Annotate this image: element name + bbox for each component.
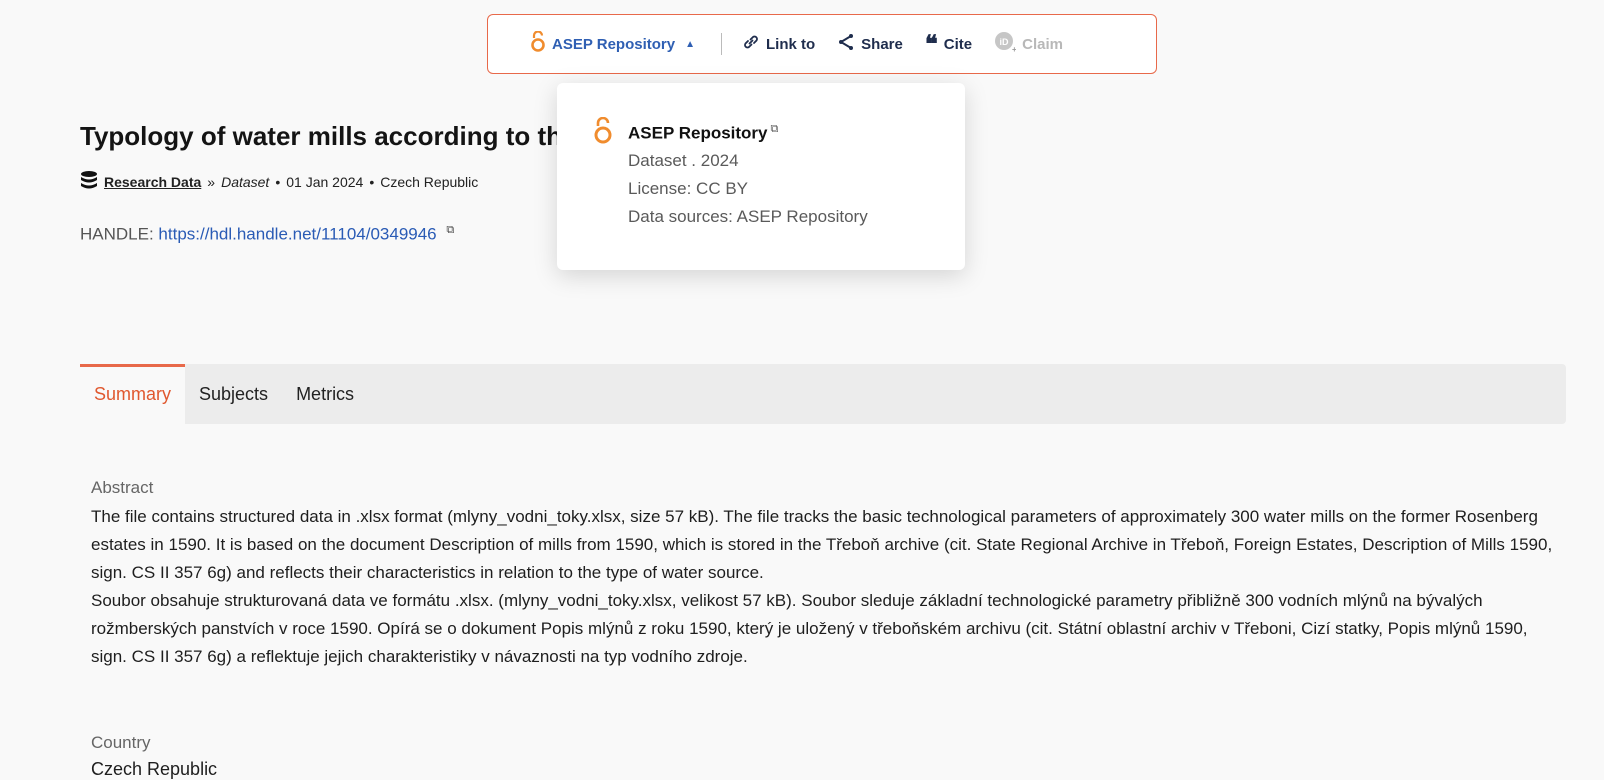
breadcrumb-separator: » [207,173,216,190]
database-icon [80,170,98,193]
orcid-icon: iD + [994,31,1017,57]
link-to-label: Link to [766,35,816,53]
open-access-icon [593,116,613,150]
record-meta: Research Data » Dataset • 01 Jan 2024 • … [80,170,478,193]
claim-button[interactable]: iD + Claim [994,31,1063,57]
dot-separator: • [369,173,375,190]
share-label: Share [861,35,903,53]
handle-link[interactable]: https://hdl.handle.net/11104/0349946 [158,225,436,244]
handle-row: HANDLE: https://hdl.handle.net/11104/034… [80,224,454,245]
action-bar: ASEP Repository ▲ Link to Share ❝ Cite i… [487,14,1157,74]
abstract-czech: Soubor obsahuje strukturovaná data ve fo… [91,591,1528,666]
abstract-english: The file contains structured data in .xl… [91,507,1553,582]
external-link-icon: ⧉ [446,224,455,236]
record-country: Czech Republic [380,173,479,190]
popover-type-year: Dataset . 2024 [628,151,739,170]
country-label: Country [91,733,151,752]
svg-text:+: + [1012,45,1016,53]
share-button[interactable]: Share [837,33,903,55]
caret-up-icon: ▲ [685,38,695,50]
repository-dropdown-button[interactable]: ASEP Repository ▲ [530,30,695,57]
dot-separator: • [275,173,281,190]
separator [721,33,722,55]
research-data-link[interactable]: Research Data [104,174,201,190]
popover-license: License: CC BY [628,179,748,198]
handle-label: HANDLE: [80,224,154,244]
tab-metrics[interactable]: Metrics [282,364,368,424]
abstract-text: The file contains structured data in .xl… [91,503,1566,671]
share-icon [837,33,855,55]
cite-button[interactable]: ❝ Cite [924,29,973,58]
repository-popover: ASEP Repository ⧉ Dataset . 2024 License:… [557,83,965,270]
country-value: Czech Republic [91,759,218,779]
tab-summary[interactable]: Summary [80,364,186,424]
link-icon [742,33,760,55]
repository-label: ASEP Repository [552,35,676,53]
popover-sources: Data sources: ASEP Repository [628,207,868,226]
record-date: 01 Jan 2024 [286,173,364,190]
svg-text:iD: iD [1000,37,1010,47]
record-subtype: Dataset [221,173,270,190]
external-link-icon: ⧉ [770,123,779,135]
tab-subjects[interactable]: Subjects [185,364,282,424]
tab-bar: Summary Subjects Metrics [80,364,1566,424]
claim-label: Claim [1022,35,1063,53]
popover-title-text: ASEP Repository [628,123,768,143]
link-to-button[interactable]: Link to [742,33,815,55]
record-page: ASEP Repository ▲ Link to Share ❝ Cite i… [0,0,1604,779]
cite-label: Cite [943,35,973,53]
popover-title[interactable]: ASEP Repository ⧉ [628,123,778,144]
quote-icon: ❝ [924,29,938,58]
abstract-label: Abstract [91,478,154,497]
page-title: Typology of water mills according to th [80,121,563,151]
open-access-icon [530,30,546,57]
